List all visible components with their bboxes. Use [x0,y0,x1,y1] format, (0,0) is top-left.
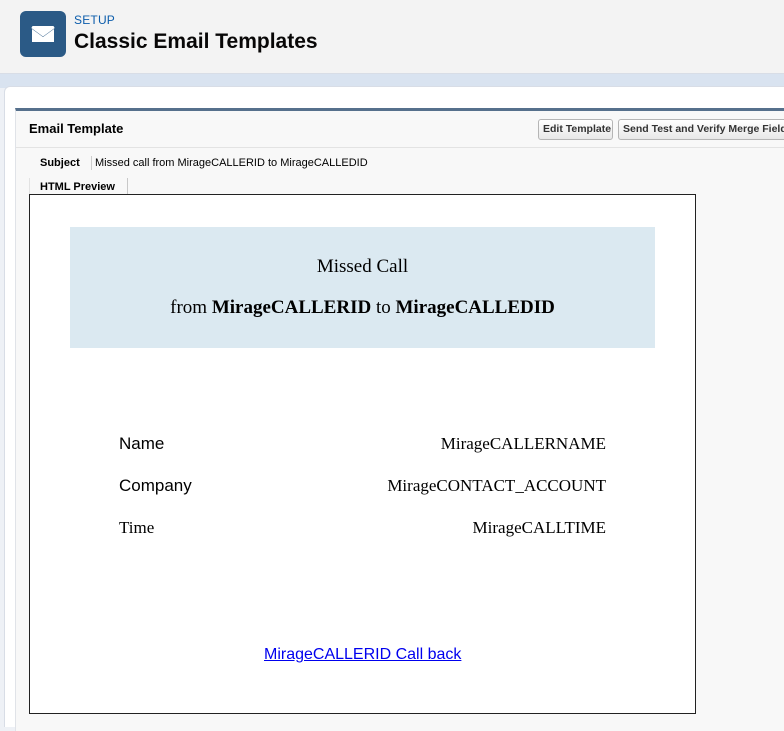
row-label-name: Name [119,434,165,453]
from-word: from [170,297,208,318]
tab-html-preview-label: HTML Preview [40,181,115,193]
setup-header: SETUP Classic Email Templates [0,0,784,74]
setup-breadcrumb[interactable]: SETUP [74,13,115,27]
edit-template-button[interactable]: Edit Template [538,119,613,140]
panel-divider [16,147,784,148]
page-title: Classic Email Templates [74,30,318,53]
preview-subheading: from MirageCALLERID to MirageCALLEDID [70,297,655,319]
email-icon [20,11,66,57]
call-back-link[interactable]: MirageCALLERID Call back [264,646,461,664]
subject-value: Missed call from MirageCALLERID to Mirag… [95,157,368,169]
panel-title: Email Template [29,121,124,136]
preview-banner [70,227,655,348]
subject-separator [91,156,92,170]
subject-label: Subject [40,157,80,169]
row-label-company: Company [119,476,192,495]
row-label-time: Time [119,518,155,537]
row-value-time: MirageCALLTIME [472,518,606,537]
called-id: MirageCALLEDID [395,297,555,318]
row-value-name: MirageCALLERNAME [440,434,606,453]
to-word: to [375,297,391,318]
caller-id: MirageCALLERID [211,297,372,318]
send-test-button[interactable]: Send Test and Verify Merge Fields [618,119,784,140]
row-value-company: MirageCONTACT_ACCOUNT [387,476,606,495]
preview-heading: Missed Call [316,256,409,277]
